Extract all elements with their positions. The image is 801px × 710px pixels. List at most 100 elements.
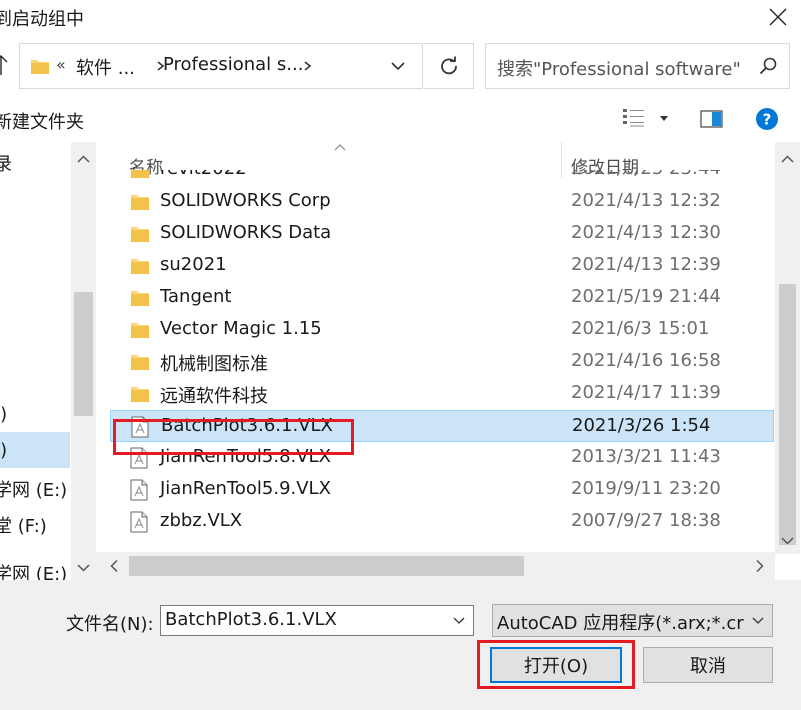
search-icon[interactable] bbox=[759, 57, 777, 75]
folder-row[interactable]: SOLIDWORKS Corp 2021/4/13 12:32 bbox=[110, 186, 774, 218]
row-name: su2021 bbox=[160, 254, 227, 275]
row-date: 2007/9/27 18:38 bbox=[571, 510, 721, 531]
help-icon: ? bbox=[756, 108, 778, 130]
filetype-select[interactable]: AutoCAD 应用程序(*.arx;*.crx;* bbox=[492, 604, 773, 637]
folder-icon-wrap bbox=[130, 385, 150, 408]
folder-icon-wrap bbox=[130, 225, 150, 248]
row-date: 2021/4/17 11:39 bbox=[571, 382, 721, 403]
filename-input[interactable]: BatchPlot3.6.1.VLX bbox=[165, 609, 337, 630]
nav-item[interactable]: :) bbox=[0, 440, 7, 461]
chevron-down-icon[interactable] bbox=[390, 58, 406, 74]
folder-row[interactable]: 远通软件科技 2021/4/17 11:39 bbox=[110, 378, 774, 410]
scroll-left-icon[interactable] bbox=[103, 552, 128, 580]
folder-icon bbox=[131, 387, 149, 402]
list-horizontal-scrollbar[interactable] bbox=[96, 552, 775, 580]
filetype-dropdown-button[interactable] bbox=[744, 605, 772, 636]
folder-icon bbox=[131, 291, 149, 306]
help-button[interactable]: ? bbox=[755, 107, 779, 136]
file-icon-wrap bbox=[130, 479, 148, 506]
folder-icon-wrap bbox=[130, 170, 150, 184]
list-vertical-scrollbar[interactable] bbox=[775, 142, 800, 554]
row-date: 2021/6/3 15:01 bbox=[571, 318, 710, 339]
annotation-highlight-file bbox=[113, 419, 354, 455]
window-title: 到启动组中 bbox=[0, 9, 84, 30]
folder-row[interactable]: su2021 2021/4/13 12:39 bbox=[110, 250, 774, 282]
row-date: 2019/9/11 23:20 bbox=[571, 478, 721, 499]
nav-item[interactable]: 堂 (F:) bbox=[0, 512, 47, 538]
folder-row[interactable]: Tangent 2021/5/19 21:44 bbox=[110, 282, 774, 314]
folder-icon-wrap bbox=[130, 353, 150, 376]
address-bar[interactable]: « 软件 ... Professional s... bbox=[19, 43, 423, 89]
overflow-chevron[interactable]: « bbox=[56, 55, 66, 74]
folder-row[interactable]: SOLIDWORKS Data 2021/4/13 12:30 bbox=[110, 218, 774, 250]
preview-pane-icon bbox=[700, 110, 723, 128]
file-row[interactable]: zbbz.VLX 2007/9/27 18:38 bbox=[110, 506, 774, 538]
row-name: JianRenTool5.9.VLX bbox=[160, 478, 331, 499]
nav-scrollbar[interactable] bbox=[71, 142, 96, 580]
annotation-highlight-open bbox=[477, 640, 635, 689]
close-icon bbox=[769, 8, 787, 26]
row-date: 2013/3/21 11:43 bbox=[571, 446, 721, 467]
preview-pane-button[interactable] bbox=[700, 109, 724, 134]
breadcrumb-item[interactable]: Professional s... bbox=[163, 54, 303, 75]
sort-ascending-icon bbox=[334, 144, 346, 151]
svg-text:?: ? bbox=[763, 111, 772, 129]
row-date: 2021/3/26 1:54 bbox=[572, 415, 711, 436]
chevron-right-icon[interactable] bbox=[303, 55, 313, 77]
folder-row[interactable]: Vector Magic 1.15 2021/6/3 15:01 bbox=[110, 314, 774, 346]
horizontal-scroll-thumb[interactable] bbox=[129, 556, 524, 576]
folder-icon bbox=[131, 195, 149, 210]
row-date: 2021/5/19 21:44 bbox=[571, 286, 721, 307]
folder-row[interactable]: revit2022 2021/6/25 23:44 bbox=[110, 170, 774, 186]
folder-icon bbox=[31, 60, 49, 74]
scroll-right-icon[interactable] bbox=[746, 552, 771, 580]
folder-row[interactable]: 机械制图标准 2021/4/16 16:58 bbox=[110, 346, 774, 378]
title-bar: 到启动组中 bbox=[0, 0, 801, 34]
nav-scroll-thumb[interactable] bbox=[74, 292, 93, 416]
folder-icon-wrap bbox=[130, 321, 150, 344]
row-name: 机械制图标准 bbox=[160, 354, 268, 375]
row-name: Vector Magic 1.15 bbox=[160, 318, 322, 339]
scroll-down-icon[interactable] bbox=[71, 556, 96, 581]
filename-combobox[interactable]: BatchPlot3.6.1.VLX bbox=[160, 605, 474, 636]
folder-icon bbox=[131, 259, 149, 274]
list-scroll-thumb[interactable] bbox=[779, 284, 796, 545]
search-input[interactable]: 搜索"Professional software" bbox=[497, 55, 741, 81]
scroll-up-icon[interactable] bbox=[775, 148, 800, 173]
filename-dropdown-button[interactable] bbox=[445, 606, 473, 635]
refresh-button[interactable] bbox=[424, 43, 474, 89]
folder-icon bbox=[131, 227, 149, 242]
new-folder-button[interactable]: 新建文件夹 bbox=[0, 108, 84, 134]
cancel-button[interactable]: 取消 bbox=[643, 647, 773, 683]
nav-selection bbox=[0, 432, 70, 468]
refresh-icon bbox=[440, 56, 457, 75]
navigation-pane[interactable]: 录 :) :) 学网 (E:) 堂 (F:) 学网 (E:) bbox=[0, 142, 96, 585]
row-name: revit2022 bbox=[160, 170, 247, 179]
caret-down-icon bbox=[660, 116, 668, 121]
close-button[interactable] bbox=[755, 0, 801, 34]
filename-label: 文件名(N): bbox=[66, 614, 154, 635]
row-name: 远通软件科技 bbox=[160, 386, 268, 407]
search-box[interactable]: 搜索"Professional software" bbox=[485, 43, 790, 89]
filetype-value: AutoCAD 应用程序(*.arx;*.crx;* bbox=[497, 613, 769, 634]
folder-icon bbox=[131, 323, 149, 338]
row-name: SOLIDWORKS Data bbox=[160, 222, 332, 243]
nav-item[interactable]: :) bbox=[0, 404, 7, 425]
row-date: 2021/4/13 12:32 bbox=[571, 190, 721, 211]
row-name: SOLIDWORKS Corp bbox=[160, 190, 331, 211]
row-name: Tangent bbox=[160, 286, 232, 307]
file-row[interactable]: JianRenTool5.9.VLX 2019/9/11 23:20 bbox=[110, 474, 774, 506]
nav-item[interactable]: 学网 (E:) bbox=[0, 476, 67, 502]
view-options-button[interactable] bbox=[622, 106, 678, 132]
up-arrow-icon bbox=[0, 54, 8, 75]
row-date: 2021/4/13 12:39 bbox=[571, 254, 721, 275]
row-name: zbbz.VLX bbox=[160, 510, 243, 531]
file-list[interactable]: revit2022 2021/6/25 23:44 SOLIDWORKS Corp 2… bbox=[110, 170, 774, 552]
scroll-up-icon[interactable] bbox=[71, 148, 96, 173]
row-date: 2021/4/16 16:58 bbox=[571, 350, 721, 371]
nav-item[interactable]: 录 bbox=[0, 150, 12, 176]
up-button[interactable] bbox=[0, 54, 8, 82]
breadcrumb-item[interactable]: 软件 ... bbox=[76, 54, 135, 80]
vlx-file-icon bbox=[130, 511, 148, 533]
scroll-down-icon[interactable] bbox=[775, 529, 800, 554]
